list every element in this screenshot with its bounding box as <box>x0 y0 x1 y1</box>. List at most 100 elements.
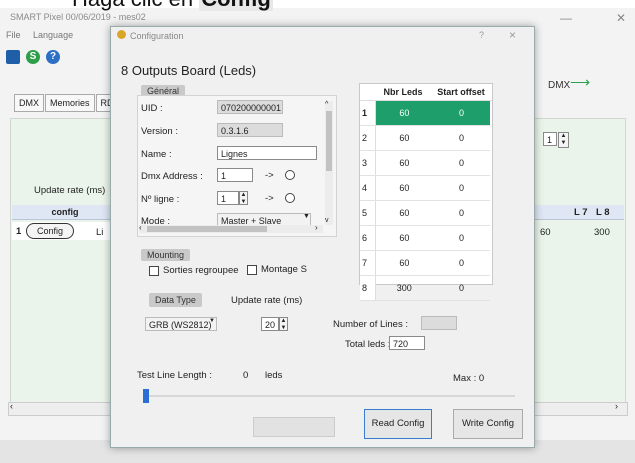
leds-table-row[interactable]: 4 60 0 <box>360 175 490 201</box>
scroll-right-icon[interactable]: › <box>615 401 618 411</box>
hscroll-left-icon[interactable]: ‹ <box>139 223 142 232</box>
leds-table-row[interactable]: 8 300 0 <box>360 275 490 301</box>
row-number[interactable]: 3 <box>360 150 376 176</box>
help-icon[interactable]: ? <box>46 50 60 64</box>
config-button[interactable]: Config <box>26 223 75 239</box>
general-hscroll-thumb[interactable] <box>147 226 267 232</box>
leds-table-row[interactable]: 3 60 0 <box>360 150 490 176</box>
start-offset-cell[interactable]: 0 <box>433 125 490 151</box>
menu-file[interactable]: File <box>6 30 21 40</box>
dialog-title: Configuration <box>130 31 184 41</box>
nbr-leds-cell[interactable]: 60 <box>375 175 434 201</box>
row-number[interactable]: 6 <box>360 225 376 251</box>
dialog-heading: 8 Outputs Board (Leds) <box>121 63 257 78</box>
cell-l7: 60 <box>540 227 551 238</box>
row-number[interactable]: 7 <box>360 250 376 276</box>
row-number[interactable]: 1 <box>360 101 376 126</box>
read-config-button[interactable]: Read Config <box>364 409 432 439</box>
settings-s-icon[interactable]: S <box>26 50 40 64</box>
name-label: Name : <box>141 149 172 160</box>
col-l7: L 7 <box>574 207 588 218</box>
row-number[interactable]: 5 <box>360 200 376 226</box>
montage-label: Montage S <box>261 264 307 275</box>
row-number[interactable]: 4 <box>360 175 376 201</box>
main-tabs: DMX Memories RD <box>14 94 120 112</box>
dmx-arrow: -> <box>265 170 274 181</box>
test-line-length-label: Test Line Length : <box>137 370 212 381</box>
header-start-offset: Start offset <box>437 87 485 97</box>
menubar: File Language <box>6 30 83 40</box>
tab-memories[interactable]: Memories <box>45 94 95 112</box>
ligne-arrow: -> <box>265 193 274 204</box>
start-offset-cell[interactable]: 0 <box>433 150 490 176</box>
ligne-label: Nº ligne : <box>141 194 180 205</box>
sorties-label: Sorties regroupee <box>163 265 239 276</box>
start-offset-cell[interactable]: 0 <box>433 275 490 301</box>
leds-table-box: Nbr Leds Start offset 1 60 0 2 60 0 3 60 0 4 60 0 5 6… <box>359 83 493 301</box>
main-window-title: SMART Pixel 00/06/2019 - mes02 <box>10 12 146 22</box>
start-offset-cell[interactable]: 0 <box>433 175 490 201</box>
nbr-leds-cell[interactable]: 60 <box>375 125 434 151</box>
uid-label: UID : <box>141 103 163 114</box>
minimize-icon[interactable]: — <box>560 11 572 25</box>
nbr-leds-cell[interactable]: 60 <box>375 101 434 126</box>
scroll-left-icon[interactable]: ‹ <box>10 401 13 411</box>
nbr-leds-cell[interactable]: 60 <box>375 200 434 226</box>
nbr-leds-cell[interactable]: 300 <box>375 275 434 301</box>
start-offset-cell[interactable]: 0 <box>433 101 490 126</box>
data-type-chevron-down-icon[interactable]: ▼ <box>209 318 215 324</box>
save-icon[interactable] <box>6 50 20 64</box>
dmx-radio[interactable] <box>285 170 295 180</box>
ligne-field[interactable]: 1 <box>217 191 239 205</box>
data-type-select[interactable]: GRB (WS2812) <box>145 317 217 331</box>
version-label: Version : <box>141 126 178 137</box>
scroll-down-icon[interactable]: v <box>325 217 329 224</box>
write-config-button[interactable]: Write Config <box>453 409 523 439</box>
leds-table-row[interactable]: 2 60 0 <box>360 125 490 151</box>
dmx-address-field[interactable]: 1 <box>217 168 253 182</box>
mode-chevron-down-icon[interactable]: ▼ <box>303 213 310 220</box>
main-right-panel <box>528 118 626 410</box>
close-icon[interactable]: × <box>509 28 516 42</box>
main-spin-field[interactable]: 1 <box>543 132 557 146</box>
row-number[interactable]: 2 <box>360 125 376 151</box>
version-field: 0.3.1.6 <box>217 123 283 137</box>
general-scroll-thumb[interactable] <box>326 111 332 171</box>
row-number[interactable]: 8 <box>360 275 376 301</box>
main-spin-arrows-icon[interactable]: ▲ ▼ <box>558 132 569 148</box>
nbr-leds-cell[interactable]: 60 <box>375 150 434 176</box>
configuration-dialog: Configuration ? × 8 Outputs Board (Leds)… <box>110 26 535 448</box>
dmx-arrow-icon: ⟶ <box>570 74 591 90</box>
start-offset-cell[interactable]: 0 <box>433 200 490 226</box>
name-field[interactable]: Lignes <box>217 146 317 160</box>
grid-cell-text: Li <box>96 227 104 238</box>
nbr-leds-cell[interactable]: 60 <box>375 225 434 251</box>
ligne-radio[interactable] <box>285 193 295 203</box>
scroll-up-icon[interactable]: ^ <box>325 101 328 108</box>
test-line-slider[interactable] <box>139 389 519 403</box>
montage-checkbox[interactable] <box>247 265 257 275</box>
help-icon[interactable]: ? <box>479 30 484 40</box>
leds-table-row[interactable]: 5 60 0 <box>360 200 490 226</box>
leds-table-row[interactable]: 6 60 0 <box>360 225 490 251</box>
update-rate-spin-icon[interactable]: ▲ ▼ <box>279 317 288 331</box>
nbr-leds-cell[interactable]: 60 <box>375 250 434 276</box>
cell-l8: 300 <box>594 227 610 238</box>
leds-table-row[interactable]: 7 60 0 <box>360 250 490 276</box>
leds-table-row[interactable]: 1 60 0 <box>360 101 490 126</box>
tab-dmx[interactable]: DMX <box>14 94 44 112</box>
update-rate-field[interactable]: 20 <box>261 317 279 331</box>
number-of-lines-field <box>421 316 457 330</box>
update-rate-label: Update rate (ms) <box>231 295 303 306</box>
start-offset-cell[interactable]: 0 <box>433 250 490 276</box>
leds-table: 1 60 0 2 60 0 3 60 0 4 60 0 5 60 0 6 60 0 7 60 0 8 300 0 <box>360 101 490 301</box>
hscroll-right-icon[interactable]: › <box>315 223 318 232</box>
grid-header-config: config <box>12 205 118 220</box>
sorties-checkbox[interactable] <box>149 266 159 276</box>
ligne-spin-icon[interactable]: ▲ ▼ <box>239 191 248 205</box>
caption-prefix: Haga clic en <box>72 0 199 11</box>
start-offset-cell[interactable]: 0 <box>433 225 490 251</box>
slider-thumb[interactable] <box>143 389 149 403</box>
menu-language[interactable]: Language <box>33 30 73 40</box>
close-icon[interactable]: ✕ <box>616 11 626 25</box>
